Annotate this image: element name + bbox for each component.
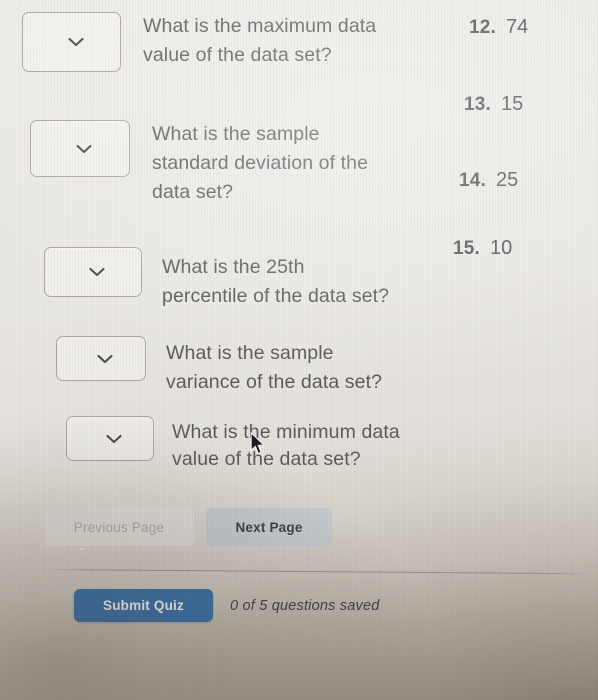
answer-dropdown-sample-standard-deviation[interactable] [30, 120, 130, 177]
submit-quiz-button[interactable]: Submit Quiz [74, 589, 213, 622]
next-page-button[interactable]: Next Page [206, 508, 332, 546]
answer-choice-value: 15 [501, 93, 524, 115]
answer-choice-number: 13. [464, 94, 492, 115]
answer-choice-item: 13. 15 [464, 93, 523, 116]
previous-page-button[interactable]: Previous Page [44, 508, 194, 546]
answer-choice-item: 12. 74 [469, 16, 528, 39]
answer-dropdown-25th-percentile[interactable] [44, 247, 142, 297]
chevron-down-icon [67, 37, 84, 47]
answer-dropdown-minimum-data-value[interactable] [66, 416, 154, 461]
question-row: What is the maximum data value of the da… [22, 12, 443, 72]
question-row: What is the 25th percentile of the data … [44, 247, 412, 311]
question-text: What is the maximum data value of the da… [143, 15, 377, 66]
question-text: What is the sample variance of the data … [166, 342, 383, 393]
question-row: What is the minimum data value of the da… [66, 416, 422, 473]
previous-page-label: Previous Page [73, 519, 165, 535]
answer-choice-item: 14. 25 [459, 169, 518, 192]
question-row: What is the sample standard deviation of… [30, 120, 422, 207]
answer-choice-value: 25 [496, 169, 519, 191]
answer-choice-number: 14. [459, 170, 487, 191]
dust-speck [80, 548, 83, 550]
answer-dropdown-sample-variance[interactable] [56, 336, 146, 381]
next-page-label: Next Page [235, 519, 303, 535]
answer-choice-value: 74 [506, 16, 529, 38]
question-row: What is the sample variance of the data … [56, 336, 416, 397]
footer-divider [47, 569, 588, 575]
submit-quiz-label: Submit Quiz [103, 598, 184, 613]
dust-speck [573, 61, 579, 65]
chevron-down-icon [76, 144, 92, 153]
quiz-page: What is the maximum data value of the da… [0, 0, 598, 700]
chevron-down-icon [106, 434, 122, 443]
saved-status-text: 0 of 5 questions saved [230, 598, 380, 614]
answer-choice-value: 10 [490, 237, 513, 259]
answer-dropdown-maximum-data-value[interactable] [22, 12, 121, 72]
answer-choice-number: 15. [453, 238, 481, 259]
chevron-down-icon [97, 354, 113, 363]
answer-choice-item: 15. 10 [453, 237, 512, 260]
question-text: What is the 25th percentile of the data … [162, 256, 390, 307]
question-text: What is the minimum data value of the da… [172, 421, 400, 470]
chevron-down-icon [89, 267, 105, 277]
answer-choice-number: 12. [469, 17, 497, 38]
question-text: What is the sample standard deviation of… [152, 123, 369, 203]
